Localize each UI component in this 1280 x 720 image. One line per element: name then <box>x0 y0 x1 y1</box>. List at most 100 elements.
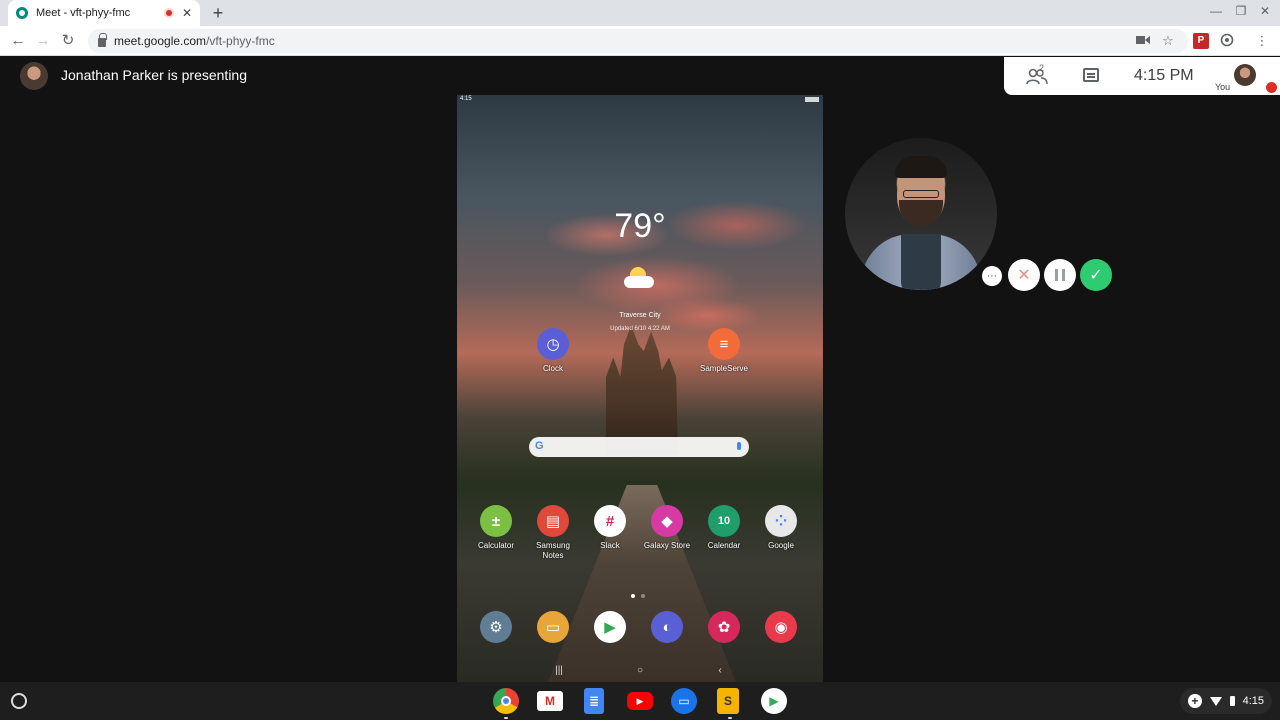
presenter-status: Jonathan Parker is presenting <box>61 67 247 83</box>
settings-gear-icon: ⚙ <box>480 611 512 643</box>
tablet-status-bar: 4:15 <box>457 95 823 105</box>
galaxy-store-app-icon: ◆ <box>651 505 683 537</box>
app-label: Google <box>768 541 794 550</box>
dock-my-files[interactable]: ▭ <box>521 611 585 643</box>
people-count: 2 <box>1039 63 1045 73</box>
lock-icon <box>98 32 107 47</box>
presenter-avatar <box>20 62 48 90</box>
stop-presenting-button[interactable]: ✕ <box>1008 259 1040 291</box>
forward-button[interactable]: → <box>33 31 53 51</box>
app-calculator[interactable]: ± Calculator <box>464 505 528 551</box>
chat-icon[interactable] <box>1083 68 1099 82</box>
tablet-recents-button[interactable]: ||| <box>549 665 569 676</box>
weather-partly-sunny-icon <box>624 267 654 291</box>
tablet-home-button[interactable]: ○ <box>630 665 650 676</box>
app-galaxy-store[interactable]: ◆ Galaxy Store <box>635 505 699 551</box>
app-label: Slack <box>600 541 620 550</box>
tab-title: Meet - vft-phyy-fmc <box>36 7 131 19</box>
self-avatar[interactable] <box>1234 64 1256 86</box>
tab-strip: Meet - vft-phyy-fmc ✕ + — ❐ ✕ <box>0 0 1280 26</box>
app-label: SampleServe <box>699 364 749 373</box>
dock-settings[interactable]: ⚙ <box>464 611 528 643</box>
app-slack[interactable]: # Slack <box>578 505 642 551</box>
system-tray[interactable]: + 4:15 <box>1180 688 1272 714</box>
weather-updated: Updated 6/10 4:22 AM <box>610 326 670 332</box>
back-button[interactable]: ← <box>8 31 28 51</box>
browser-toolbar: ← → ↻ meet.google.com/vft-phyy-fmc ☆ P ⋮ <box>0 26 1280 56</box>
shelf-play-store-icon[interactable]: ▶ <box>761 688 787 714</box>
minimize-window-button[interactable]: — <box>1207 4 1225 18</box>
app-sampleserve[interactable]: ≡ SampleServe <box>692 328 756 374</box>
google-search-bar[interactable]: G <box>529 437 749 457</box>
app-clock[interactable]: ◷ Clock <box>521 328 585 374</box>
os-shelf: M ≣ ▶ ▭ S ▶ <box>0 682 1280 720</box>
extension-pdf-icon[interactable]: P <box>1193 33 1209 49</box>
camera-app-icon: ◉ <box>765 611 797 643</box>
url-path: /vft-phyy-fmc <box>206 34 275 48</box>
wifi-icon <box>1209 696 1222 706</box>
tray-plus-icon: + <box>1188 694 1202 708</box>
slack-app-icon: # <box>594 505 626 537</box>
self-label: You <box>1215 82 1231 92</box>
sampleserve-app-icon: ≡ <box>708 328 740 360</box>
dock-camera[interactable]: ◉ <box>749 611 813 643</box>
tab-close-icon[interactable]: ✕ <box>182 6 192 20</box>
app-label: Samsung Notes <box>536 541 570 560</box>
my-files-folder-icon: ▭ <box>537 611 569 643</box>
restore-window-button[interactable]: ❐ <box>1232 4 1250 18</box>
tab-meet[interactable]: Meet - vft-phyy-fmc ✕ <box>8 0 200 26</box>
confirm-button[interactable]: ✓ <box>1080 259 1112 291</box>
recording-indicator-icon <box>163 8 174 18</box>
people-icon[interactable] <box>1026 67 1048 85</box>
meet-top-panel: 2 4:15 PM You <box>1004 57 1280 95</box>
dock-gallery[interactable]: ✿ <box>692 611 756 643</box>
app-samsung-notes[interactable]: ▤ Samsung Notes <box>521 505 585 561</box>
browser-menu-icon[interactable]: ⋮ <box>1254 33 1270 49</box>
dock-play-store[interactable]: ▶ <box>578 611 642 643</box>
shelf-docs-icon[interactable]: ≣ <box>584 688 604 714</box>
tablet-status-time: 4:15 <box>460 96 472 102</box>
app-google-folder[interactable]: ⁘ Google <box>749 505 813 551</box>
calendar-app-icon: 10 <box>708 505 740 537</box>
bookmark-star-icon[interactable]: ☆ <box>1160 33 1176 49</box>
mic-off-icon <box>1266 82 1277 93</box>
close-window-button[interactable]: ✕ <box>1256 4 1274 18</box>
play-store-icon: ▶ <box>594 611 626 643</box>
meet-favicon-icon <box>16 7 28 19</box>
weather-city: Traverse City <box>619 312 661 319</box>
dock-internet[interactable]: ◐ <box>635 611 699 643</box>
gallery-flower-icon: ✿ <box>708 611 740 643</box>
samsung-notes-app-icon: ▤ <box>537 505 569 537</box>
more-options-button[interactable]: ⋯ <box>982 266 1002 286</box>
extension-shield-icon[interactable] <box>1219 33 1235 49</box>
app-label: Clock <box>542 364 563 373</box>
meeting-clock: 4:15 PM <box>1134 67 1194 84</box>
reload-button[interactable]: ↻ <box>58 31 78 51</box>
shelf-files-icon[interactable]: ▭ <box>671 688 697 714</box>
shelf-chrome-icon[interactable] <box>493 688 519 719</box>
google-folder-icon: ⁘ <box>765 505 797 537</box>
shelf-slides-icon[interactable]: S <box>717 688 739 719</box>
pause-button[interactable] <box>1044 259 1076 291</box>
google-g-icon: G <box>535 440 544 452</box>
app-label: Galaxy Store <box>643 541 691 550</box>
launcher-icon[interactable] <box>11 693 27 709</box>
tablet-back-button[interactable]: ‹ <box>710 665 730 676</box>
tray-clock: 4:15 <box>1242 695 1264 707</box>
shared-screen: 4:15 79° Traverse City Updated 6/10 4:22… <box>457 95 823 682</box>
address-bar[interactable]: meet.google.com/vft-phyy-fmc <box>88 29 1188 53</box>
camera-in-use-icon[interactable] <box>1135 33 1151 49</box>
self-video-bubble[interactable] <box>845 138 997 290</box>
shelf-youtube-icon[interactable]: ▶ <box>627 692 653 710</box>
wallpaper-castle <box>606 325 678 455</box>
weather-temperature: 79° <box>614 207 666 245</box>
new-tab-button[interactable]: + <box>208 3 228 23</box>
page-indicator <box>631 585 651 598</box>
clock-app-icon: ◷ <box>537 328 569 360</box>
shelf-gmail-icon[interactable]: M <box>537 691 563 711</box>
app-label: Calendar <box>707 541 741 550</box>
voice-search-icon[interactable] <box>737 442 741 450</box>
app-label: Calculator <box>477 541 514 550</box>
app-calendar[interactable]: 10 Calendar <box>692 505 756 551</box>
battery-icon <box>1229 696 1235 706</box>
